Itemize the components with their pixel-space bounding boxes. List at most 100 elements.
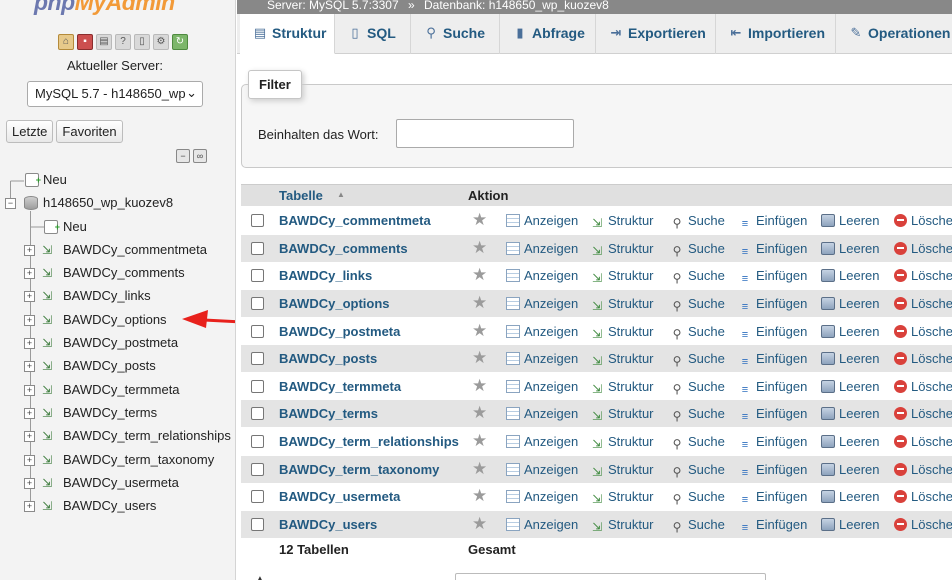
structure-action[interactable]: ⇲ Struktur: [590, 268, 654, 285]
breadcrumb-server[interactable]: Server: MySQL 5.7:3307: [267, 0, 399, 12]
row-checkbox[interactable]: [251, 407, 264, 420]
empty-action[interactable]: Leeren: [821, 406, 879, 421]
row-checkbox[interactable]: [251, 325, 264, 338]
structure-action[interactable]: ⇲ Struktur: [590, 489, 654, 506]
drop-action[interactable]: Lösche: [894, 462, 952, 477]
tree-table-item[interactable]: + ⇲ BAWDCy_posts: [0, 356, 235, 376]
table-structure-icon[interactable]: ⇲: [42, 336, 56, 350]
table-name-link[interactable]: BAWDCy_term_relationships: [279, 434, 459, 449]
tree-table-item[interactable]: + ⇲ BAWDCy_commentmeta: [0, 240, 235, 260]
browse-action[interactable]: Anzeigen: [506, 351, 578, 366]
expand-icon[interactable]: +: [24, 338, 35, 349]
structure-action[interactable]: ⇲ Struktur: [590, 296, 654, 313]
drop-action[interactable]: Lösche: [894, 379, 952, 394]
insert-action[interactable]: ≡ Einfügen: [738, 213, 808, 231]
browse-action[interactable]: Anzeigen: [506, 517, 578, 532]
search-action[interactable]: ⚲ Suche: [670, 351, 725, 368]
filter-input[interactable]: [396, 119, 574, 148]
drop-action[interactable]: Lösche: [894, 213, 952, 228]
insert-action[interactable]: ≡ Einfügen: [738, 241, 808, 259]
table-name-link[interactable]: BAWDCy_commentmeta: [279, 213, 431, 228]
search-action[interactable]: ⚲ Suche: [670, 379, 725, 396]
structure-action[interactable]: ⇲ Struktur: [590, 434, 654, 451]
table-structure-icon[interactable]: ⇲: [42, 429, 56, 443]
table-structure-icon[interactable]: ⇲: [42, 499, 56, 513]
insert-action[interactable]: ≡ Einfügen: [738, 351, 808, 369]
tree-new-database[interactable]: Neu: [0, 170, 200, 190]
search-action[interactable]: ⚲ Suche: [670, 213, 725, 230]
drop-action[interactable]: Lösche: [894, 268, 952, 283]
favorite-star-icon[interactable]: ★: [472, 321, 487, 341]
table-structure-icon[interactable]: ⇲: [42, 289, 56, 303]
favorite-star-icon[interactable]: ★: [472, 238, 487, 258]
tree-table-item[interactable]: + ⇲ BAWDCy_postmeta: [0, 333, 235, 353]
table-structure-icon[interactable]: ⇲: [42, 359, 56, 373]
table-structure-icon[interactable]: ⇲: [42, 453, 56, 467]
drop-action[interactable]: Lösche: [894, 324, 952, 339]
tab-abfrage[interactable]: ▮ Abfrage: [500, 14, 596, 54]
table-name-link[interactable]: BAWDCy_posts: [279, 351, 377, 366]
empty-action[interactable]: Leeren: [821, 517, 879, 532]
browse-action[interactable]: Anzeigen: [506, 213, 578, 228]
structure-action[interactable]: ⇲ Struktur: [590, 517, 654, 534]
structure-action[interactable]: ⇲ Struktur: [590, 462, 654, 479]
expand-icon[interactable]: +: [24, 455, 35, 466]
tree-table-item[interactable]: + ⇲ BAWDCy_users: [0, 496, 235, 516]
empty-action[interactable]: Leeren: [821, 268, 879, 283]
breadcrumb-database[interactable]: Datenbank: h148650_wp_kuozev8: [424, 0, 609, 12]
drop-action[interactable]: Lösche: [894, 406, 952, 421]
browse-action[interactable]: Anzeigen: [506, 406, 578, 421]
search-action[interactable]: ⚲ Suche: [670, 324, 725, 341]
favorite-star-icon[interactable]: ★: [472, 210, 487, 230]
favorite-star-icon[interactable]: ★: [472, 403, 487, 423]
expand-icon[interactable]: +: [24, 361, 35, 372]
favorite-star-icon[interactable]: ★: [472, 348, 487, 368]
table-structure-icon[interactable]: ⇲: [42, 383, 56, 397]
tab-operationen[interactable]: ✎ Operationen: [836, 14, 952, 54]
row-checkbox[interactable]: [251, 490, 264, 503]
favorite-star-icon[interactable]: ★: [472, 459, 487, 479]
table-structure-icon[interactable]: ⇲: [42, 266, 56, 280]
search-action[interactable]: ⚲ Suche: [670, 462, 725, 479]
tree-table-item[interactable]: + ⇲ BAWDCy_terms: [0, 403, 235, 423]
expand-icon[interactable]: +: [24, 245, 35, 256]
table-structure-icon[interactable]: ⇲: [42, 313, 56, 327]
structure-action[interactable]: ⇲ Struktur: [590, 324, 654, 341]
favorite-star-icon[interactable]: ★: [472, 376, 487, 396]
empty-action[interactable]: Leeren: [821, 489, 879, 504]
expand-icon[interactable]: +: [24, 268, 35, 279]
favorite-star-icon[interactable]: ★: [472, 486, 487, 506]
table-name-link[interactable]: BAWDCy_termmeta: [279, 379, 401, 394]
drop-action[interactable]: Lösche: [894, 517, 952, 532]
tree-new-table[interactable]: Neu: [0, 217, 200, 237]
empty-action[interactable]: Leeren: [821, 379, 879, 394]
drop-action[interactable]: Lösche: [894, 296, 952, 311]
insert-action[interactable]: ≡ Einfügen: [738, 462, 808, 480]
tab-exportieren[interactable]: ⇥ Exportieren: [596, 14, 716, 54]
favorite-star-icon[interactable]: ★: [472, 514, 487, 534]
table-structure-icon[interactable]: ⇲: [42, 406, 56, 420]
insert-action[interactable]: ≡ Einfügen: [738, 517, 808, 535]
search-action[interactable]: ⚲ Suche: [670, 241, 725, 258]
browse-action[interactable]: Anzeigen: [506, 241, 578, 256]
insert-action[interactable]: ≡ Einfügen: [738, 406, 808, 424]
tree-table-item[interactable]: + ⇲ BAWDCy_usermeta: [0, 473, 235, 493]
expand-icon[interactable]: +: [24, 478, 35, 489]
structure-action[interactable]: ⇲ Struktur: [590, 351, 654, 368]
insert-action[interactable]: ≡ Einfügen: [738, 324, 808, 342]
tab-suche[interactable]: ⚲ Suche: [411, 14, 500, 54]
empty-action[interactable]: Leeren: [821, 351, 879, 366]
expand-icon[interactable]: +: [24, 385, 35, 396]
drop-action[interactable]: Lösche: [894, 351, 952, 366]
search-action[interactable]: ⚲ Suche: [670, 434, 725, 451]
table-name-link[interactable]: BAWDCy_options: [279, 296, 390, 311]
drop-action[interactable]: Lösche: [894, 241, 952, 256]
column-table-header[interactable]: Tabelle: [279, 188, 323, 203]
tab-struktur[interactable]: ▤ Struktur: [240, 14, 335, 54]
tree-table-item[interactable]: + ⇲ BAWDCy_comments: [0, 263, 235, 283]
tree-table-item[interactable]: + ⇲ BAWDCy_links: [0, 286, 235, 306]
expand-icon[interactable]: +: [24, 431, 35, 442]
structure-action[interactable]: ⇲ Struktur: [590, 241, 654, 258]
table-name-link[interactable]: BAWDCy_links: [279, 268, 372, 283]
row-checkbox[interactable]: [251, 435, 264, 448]
